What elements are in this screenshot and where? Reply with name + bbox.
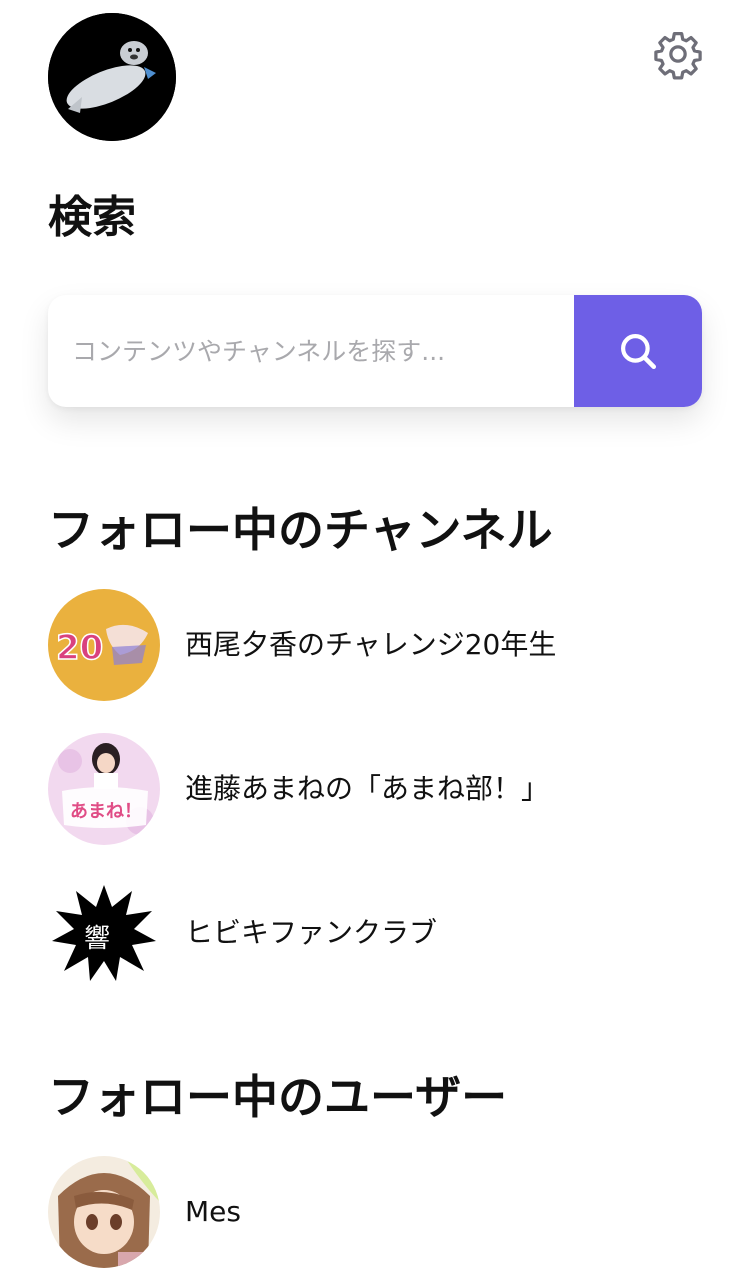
profile-avatar[interactable]: [48, 13, 176, 141]
channel-item[interactable]: あまね！ 進藤あまねの「あまね部！」: [48, 733, 702, 845]
search-input[interactable]: [48, 295, 574, 407]
channel-item[interactable]: 響 ヒビキファンクラブ: [48, 877, 702, 989]
user-avatar: [48, 1156, 160, 1268]
search-icon: [621, 334, 657, 370]
search-bar: [48, 295, 702, 407]
followed-channels-heading: フォロー中のチャンネル: [48, 503, 553, 557]
channel-thumbnail: 20: [48, 589, 160, 701]
channel-thumb-text: 響: [84, 924, 110, 954]
user-item[interactable]: Mes: [48, 1156, 702, 1268]
search-button[interactable]: [574, 295, 702, 407]
channel-thumb-text: あまね！: [70, 801, 142, 822]
followed-users-heading: フォロー中のユーザー: [48, 1070, 508, 1124]
page-title: 検索: [48, 192, 136, 243]
channel-name: 進藤あまねの「あまね部！」: [185, 772, 550, 805]
gear-icon: [654, 32, 702, 80]
channel-name: ヒビキファンクラブ: [185, 916, 438, 949]
seal-avatar-image: [48, 13, 176, 141]
channel-item[interactable]: 20 西尾夕香のチャレンジ20年生: [48, 589, 702, 701]
settings-button[interactable]: [652, 28, 704, 80]
user-name: Mes: [185, 1195, 241, 1228]
channel-thumbnail: あまね！: [48, 733, 160, 845]
channel-thumb-text: 20: [56, 628, 103, 668]
channel-thumbnail: 響: [48, 877, 160, 989]
channel-name: 西尾夕香のチャレンジ20年生: [185, 628, 557, 661]
